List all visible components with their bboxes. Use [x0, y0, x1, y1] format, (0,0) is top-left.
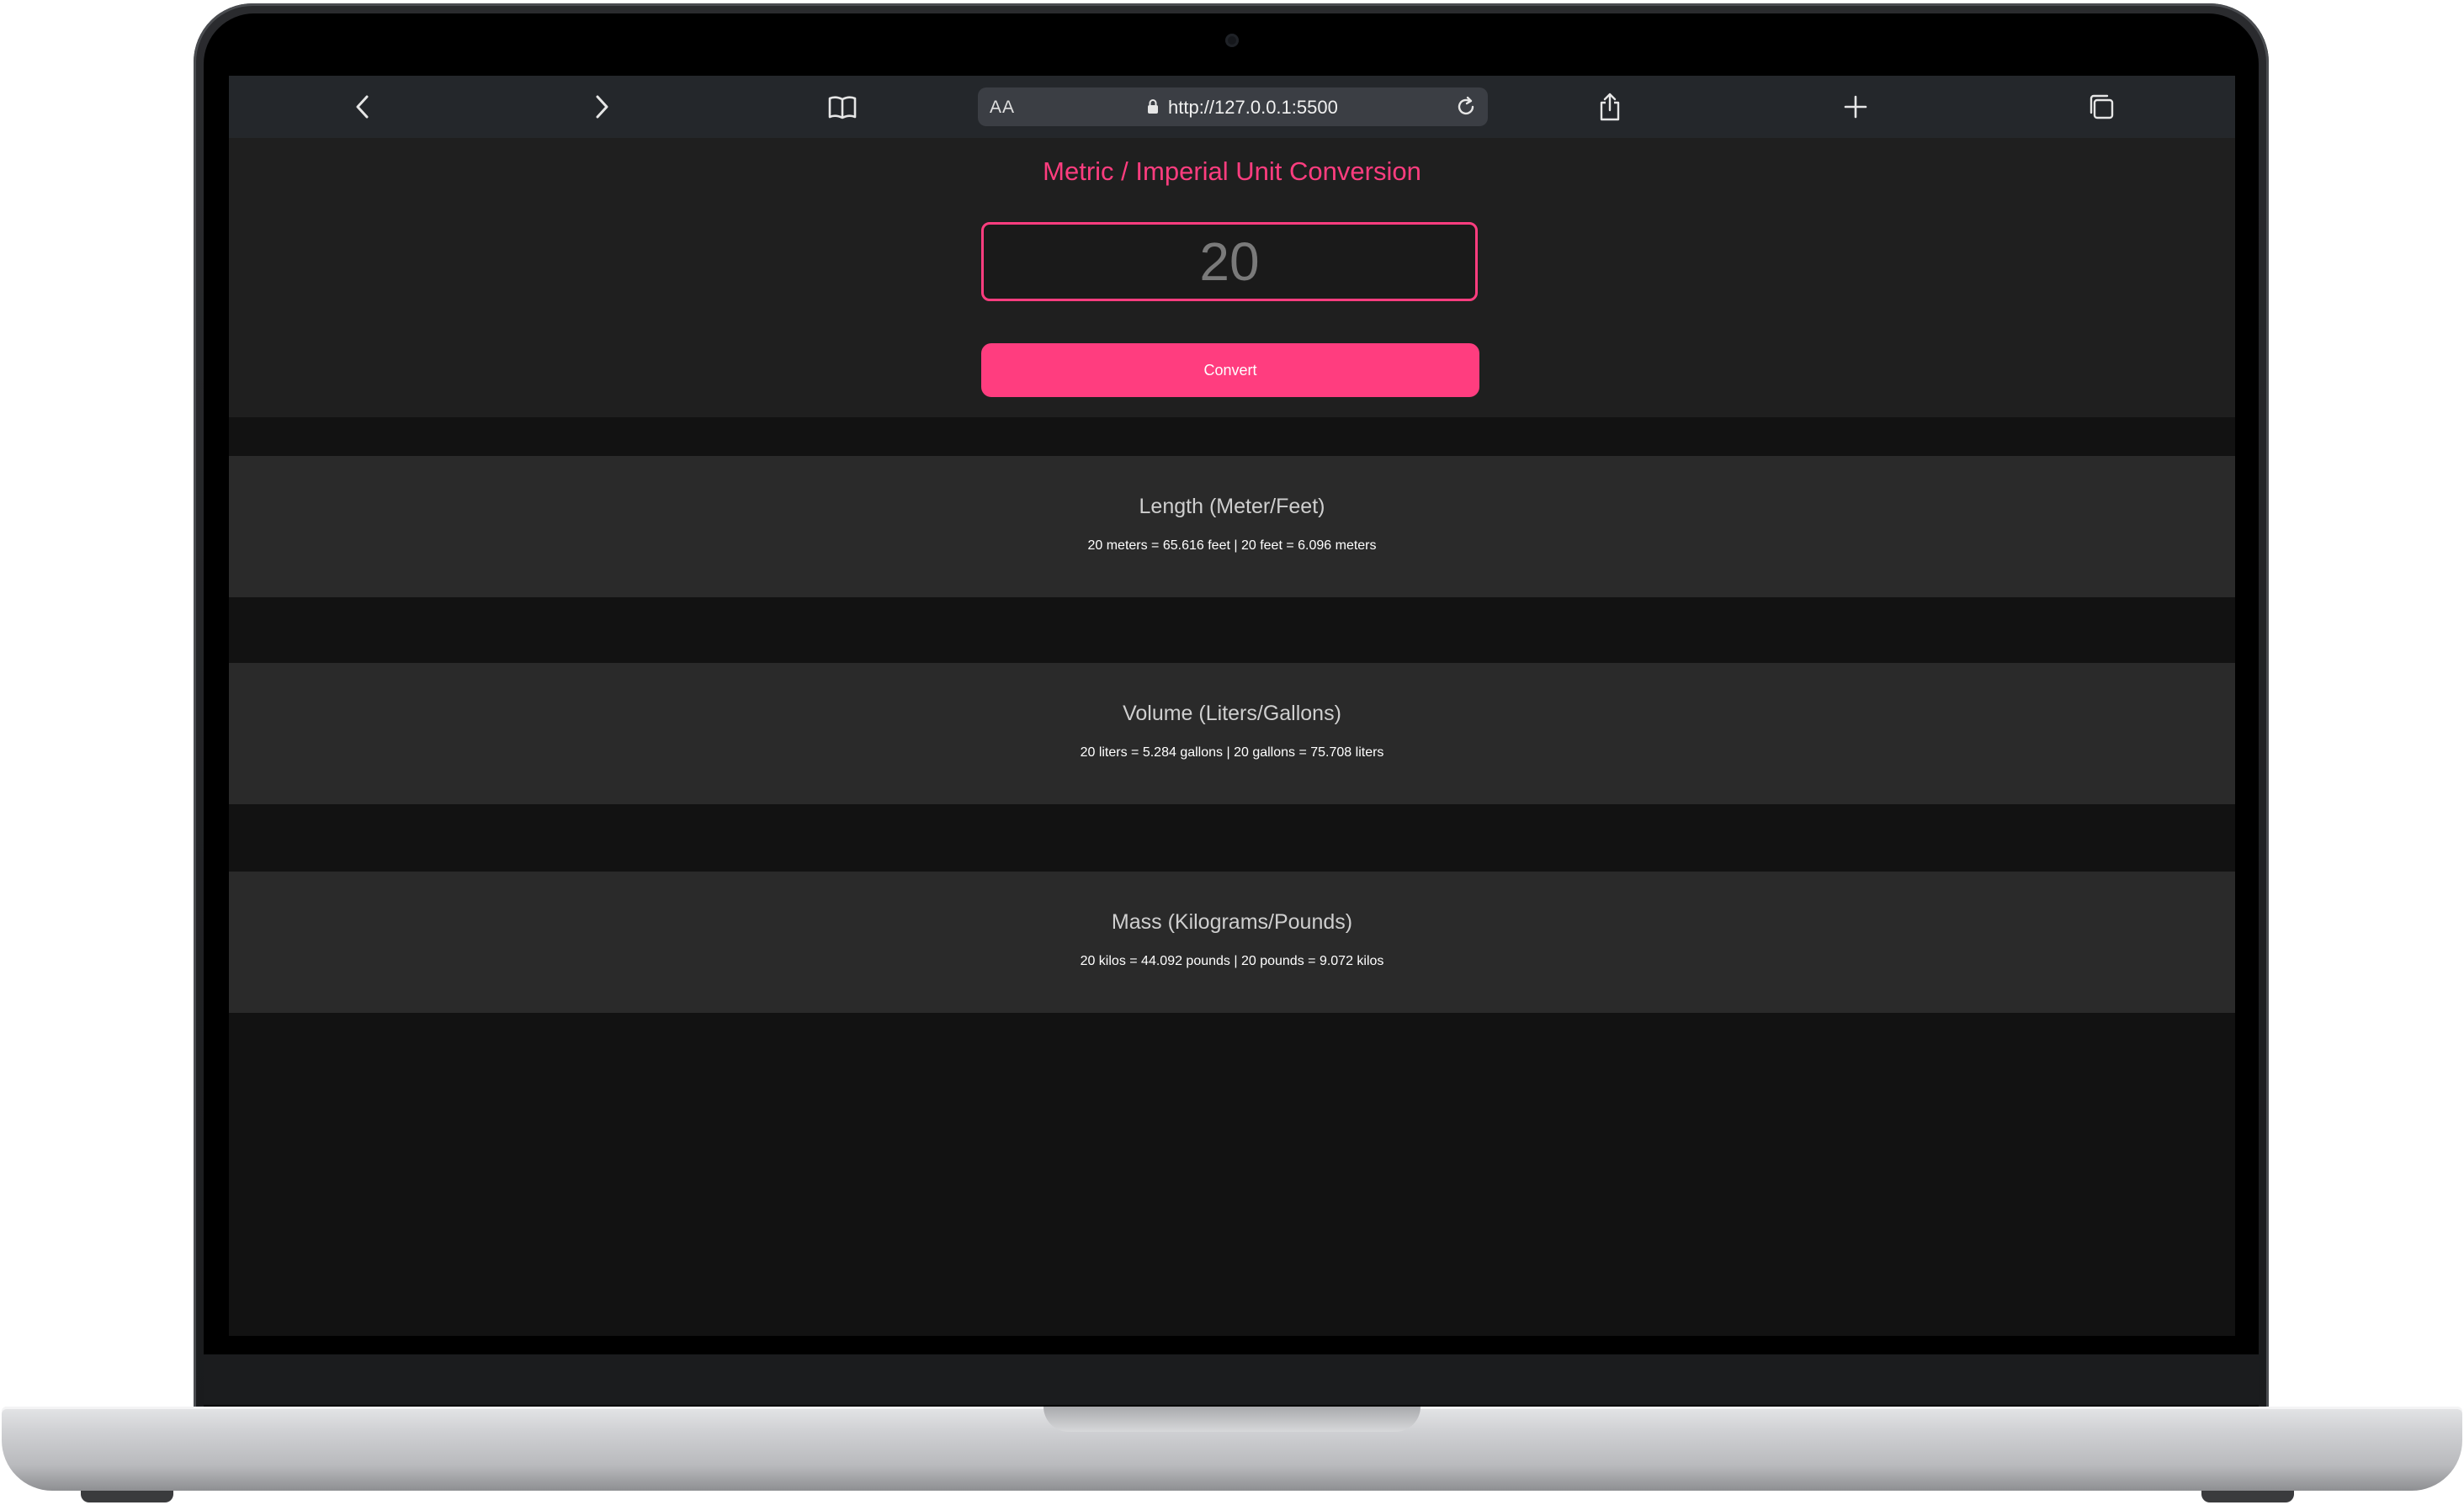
text-size-button[interactable]: AA — [990, 98, 1015, 118]
mass-result: 20 kilos = 44.092 pounds | 20 pounds = 9… — [1080, 954, 1384, 968]
length-result: 20 meters = 65.616 feet | 20 feet = 6.09… — [1087, 538, 1377, 553]
number-input[interactable] — [981, 222, 1478, 301]
length-title: Length (Meter/Feet) — [1139, 495, 1325, 518]
volume-title: Volume (Liters/Gallons) — [1123, 702, 1341, 725]
laptop-mockup: AA http://127.0.0.1:5500 Metric / Imperi… — [0, 0, 2464, 1505]
laptop-opening-notch — [1043, 1407, 1421, 1432]
laptop-foot-right — [2201, 1491, 2294, 1502]
bookmarks-book-icon[interactable] — [823, 87, 862, 126]
browser-window: AA http://127.0.0.1:5500 Metric / Imperi… — [229, 76, 2235, 1336]
page-title: Metric / Imperial Unit Conversion — [1043, 156, 1421, 186]
camera-icon — [1225, 34, 1239, 47]
mass-title: Mass (Kilograms/Pounds) — [1111, 910, 1353, 934]
address-bar[interactable]: AA http://127.0.0.1:5500 — [978, 87, 1488, 126]
laptop-foot-left — [81, 1491, 173, 1502]
length-card: Length (Meter/Feet) 20 meters = 65.616 f… — [229, 456, 2235, 597]
new-tab-plus-icon[interactable] — [1836, 87, 1875, 126]
mass-card: Mass (Kilograms/Pounds) 20 kilos = 44.09… — [229, 872, 2235, 1013]
reload-icon[interactable] — [1454, 95, 1478, 123]
web-page: Metric / Imperial Unit Conversion Conver… — [229, 138, 2235, 1336]
back-icon[interactable] — [343, 87, 382, 126]
volume-result: 20 liters = 5.284 gallons | 20 gallons =… — [1080, 745, 1384, 760]
browser-toolbar: AA http://127.0.0.1:5500 — [229, 76, 2235, 138]
share-icon[interactable] — [1590, 87, 1629, 126]
convert-button[interactable]: Convert — [981, 343, 1479, 397]
volume-card: Volume (Liters/Gallons) 20 liters = 5.28… — [229, 663, 2235, 804]
tabs-overview-icon[interactable] — [2082, 87, 2121, 126]
url-text[interactable]: http://127.0.0.1:5500 — [1168, 97, 1338, 119]
converter-header: Metric / Imperial Unit Conversion Conver… — [229, 138, 2235, 417]
forward-icon[interactable] — [582, 87, 621, 126]
lock-icon — [1146, 98, 1160, 119]
bezel-chin — [204, 1354, 2259, 1405]
